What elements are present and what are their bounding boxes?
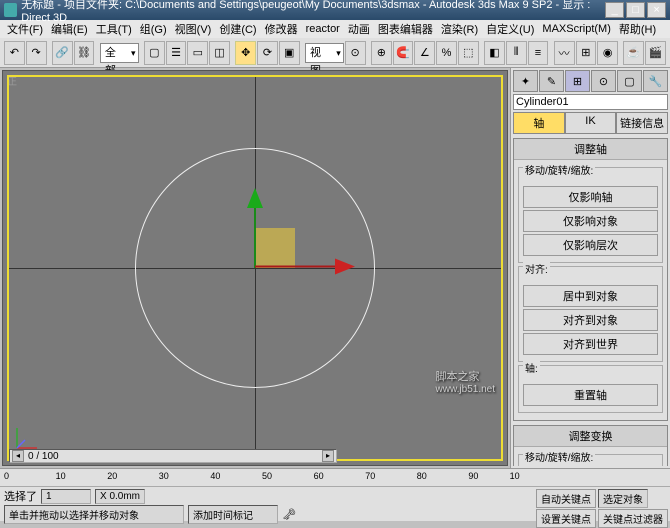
- menu-graph[interactable]: 图表编辑器: [375, 20, 436, 38]
- layers-button[interactable]: ≡: [528, 41, 549, 65]
- subtab-pivot[interactable]: 轴: [513, 112, 565, 134]
- menu-views[interactable]: 视图(V): [172, 20, 215, 38]
- maximize-button[interactable]: □: [626, 2, 645, 18]
- scroll-right-icon[interactable]: ▸: [322, 450, 334, 462]
- undo-button[interactable]: ↶: [4, 41, 25, 65]
- menu-bar: 文件(F) 编辑(E) 工具(T) 组(G) 视图(V) 创建(C) 修改器 r…: [0, 20, 670, 38]
- menu-modifiers[interactable]: 修改器: [262, 20, 301, 38]
- menu-customize[interactable]: 自定义(U): [483, 20, 537, 38]
- menu-edit[interactable]: 编辑(E): [48, 20, 91, 38]
- selection-filter-dropdown[interactable]: 全部: [100, 43, 139, 63]
- btn-affect-object-only[interactable]: 仅影响对象: [523, 210, 658, 232]
- close-button[interactable]: ×: [647, 2, 666, 18]
- ref-coord-dropdown[interactable]: 视图: [305, 43, 344, 63]
- auto-key-button[interactable]: 自动关键点: [536, 489, 596, 508]
- schematic-button[interactable]: ⊞: [576, 41, 597, 65]
- redo-button[interactable]: ↷: [26, 41, 47, 65]
- angle-snap-button[interactable]: ∠: [414, 41, 435, 65]
- viewport-active-border: x: [7, 75, 503, 461]
- object-name-field[interactable]: Cylinder01: [513, 94, 668, 110]
- menu-reactor[interactable]: reactor: [303, 22, 343, 36]
- select-name-button[interactable]: ☰: [166, 41, 187, 65]
- btn-center-to-object[interactable]: 居中到对象: [523, 285, 658, 307]
- main-area: 正 x ◂ 0 / 100 ▸ 脚本之家 www.jb51.net: [0, 68, 670, 468]
- group-move-rotate-scale-2: 移动/旋转/缩放: 不影响子对象: [518, 454, 663, 466]
- timeline[interactable]: 0 10 20 30 40 50 60 70 80 90 100: [0, 469, 670, 487]
- coord-x[interactable]: X 0.0mm: [95, 489, 145, 504]
- viewport[interactable]: 正 x ◂ 0 / 100 ▸ 脚本之家 www.jb51.net: [2, 70, 508, 466]
- tab-motion[interactable]: ⊙: [591, 70, 616, 92]
- window-titlebar: 无标题 - 项目文件夹: C:\Documents and Settings\p…: [0, 0, 670, 20]
- main-toolbar: ↶ ↷ 🔗 ⛓ 全部 ▢ ☰ ▭ ◫ ✥ ⟳ ▣ 视图 ⊙ ⊕ 🧲 ∠ % ⬚ …: [0, 38, 670, 68]
- curve-editor-button[interactable]: 〰: [554, 41, 575, 65]
- quick-render-button[interactable]: 🎬: [645, 41, 666, 65]
- render-scene-button[interactable]: ☕: [623, 41, 644, 65]
- mirror-button[interactable]: ◧: [484, 41, 505, 65]
- scale-button[interactable]: ▣: [279, 41, 300, 65]
- window-crossing-button[interactable]: ◫: [209, 41, 230, 65]
- btn-affect-pivot-only[interactable]: 仅影响轴: [523, 186, 658, 208]
- hierarchy-subtabs: 轴 IK 链接信息: [513, 112, 668, 134]
- viewport-scrollbar[interactable]: ◂ 0 / 100 ▸: [9, 449, 337, 463]
- group-move-rotate-scale: 移动/旋转/缩放: 仅影响轴 仅影响对象 仅影响层次: [518, 167, 663, 263]
- btn-align-to-world[interactable]: 对齐到世界: [523, 333, 658, 355]
- subtab-linkinfo[interactable]: 链接信息: [616, 112, 668, 134]
- tab-utilities[interactable]: 🔧: [643, 70, 668, 92]
- key-filters-button[interactable]: 关键点过滤器: [598, 509, 668, 528]
- select-region-button[interactable]: ▭: [187, 41, 208, 65]
- set-key-button[interactable]: 设置关键点: [536, 509, 596, 528]
- status-bar: 选择了 1 X 0.0mm 单击并拖动以选择并移动对象 添加时间标记 🗝 自动关…: [0, 487, 670, 521]
- subtab-ik[interactable]: IK: [565, 112, 617, 134]
- rollup-adjust-transform: 调整变换 移动/旋转/缩放: 不影响子对象 重置: 变换 缩放: [513, 425, 668, 466]
- menu-create[interactable]: 创建(C): [216, 20, 259, 38]
- align-button[interactable]: ⫴: [506, 41, 527, 65]
- command-panel-tabs: ✦ ✎ ⊞ ⊙ ▢ 🔧: [513, 70, 668, 92]
- add-time-tag[interactable]: 添加时间标记: [188, 505, 278, 524]
- pivot-center-button[interactable]: ⊙: [345, 41, 366, 65]
- watermark: 脚本之家 www.jb51.net: [436, 368, 495, 395]
- scroll-left-icon[interactable]: ◂: [12, 450, 24, 462]
- minimize-button[interactable]: _: [605, 2, 624, 18]
- app-icon: [4, 3, 17, 17]
- select-button[interactable]: ▢: [144, 41, 165, 65]
- percent-snap-button[interactable]: %: [436, 41, 457, 65]
- btn-align-to-object[interactable]: 对齐到对象: [523, 309, 658, 331]
- rollup-head-adjust-pivot[interactable]: 调整轴: [514, 139, 667, 160]
- group-alignment: 对齐: 居中到对象 对齐到对象 对齐到世界: [518, 266, 663, 362]
- command-panel: ✦ ✎ ⊞ ⊙ ▢ 🔧 Cylinder01 轴 IK 链接信息 调整轴 移动/…: [510, 68, 670, 468]
- tab-create[interactable]: ✦: [513, 70, 538, 92]
- menu-file[interactable]: 文件(F): [4, 20, 46, 38]
- rollup-adjust-pivot: 调整轴 移动/旋转/缩放: 仅影响轴 仅影响对象 仅影响层次 对齐: 居中到对象…: [513, 138, 668, 421]
- menu-tools[interactable]: 工具(T): [93, 20, 135, 38]
- group-pivot: 轴: 重置轴: [518, 365, 663, 413]
- selection-count: 1: [41, 489, 91, 504]
- rotate-button[interactable]: ⟳: [257, 41, 278, 65]
- prompt-line: 单击并拖动以选择并移动对象: [4, 505, 184, 524]
- unlink-button[interactable]: ⛓: [74, 41, 95, 65]
- move-button[interactable]: ✥: [235, 41, 256, 65]
- spinner-snap-button[interactable]: ⬚: [458, 41, 479, 65]
- time-slider-value: 0 / 100: [28, 451, 59, 462]
- menu-render[interactable]: 渲染(R): [438, 20, 481, 38]
- link-button[interactable]: 🔗: [52, 41, 73, 65]
- snap-button[interactable]: 🧲: [393, 41, 414, 65]
- menu-maxscript[interactable]: MAXScript(M): [539, 22, 613, 36]
- manipulate-button[interactable]: ⊕: [371, 41, 392, 65]
- menu-animation[interactable]: 动画: [345, 20, 373, 38]
- menu-help[interactable]: 帮助(H): [616, 20, 659, 38]
- tab-hierarchy[interactable]: ⊞: [565, 70, 590, 92]
- bottom-bar: 0 10 20 30 40 50 60 70 80 90 100 选择了 1 X…: [0, 468, 670, 521]
- key-target[interactable]: 选定对象: [598, 489, 648, 508]
- tab-display[interactable]: ▢: [617, 70, 642, 92]
- rollup-head-adjust-transform[interactable]: 调整变换: [514, 426, 667, 447]
- timeline-ruler[interactable]: 0 10 20 30 40 50 60 70 80 90 100: [4, 469, 520, 486]
- gizmo-axis-x[interactable]: x: [255, 257, 355, 280]
- btn-affect-hierarchy-only[interactable]: 仅影响层次: [523, 234, 658, 256]
- btn-reset-pivot[interactable]: 重置轴: [523, 384, 658, 406]
- tab-modify[interactable]: ✎: [539, 70, 564, 92]
- material-editor-button[interactable]: ◉: [597, 41, 618, 65]
- lock-icon[interactable]: 🗝: [282, 508, 296, 521]
- menu-group[interactable]: 组(G): [137, 20, 170, 38]
- selection-label: 选择了: [4, 488, 37, 504]
